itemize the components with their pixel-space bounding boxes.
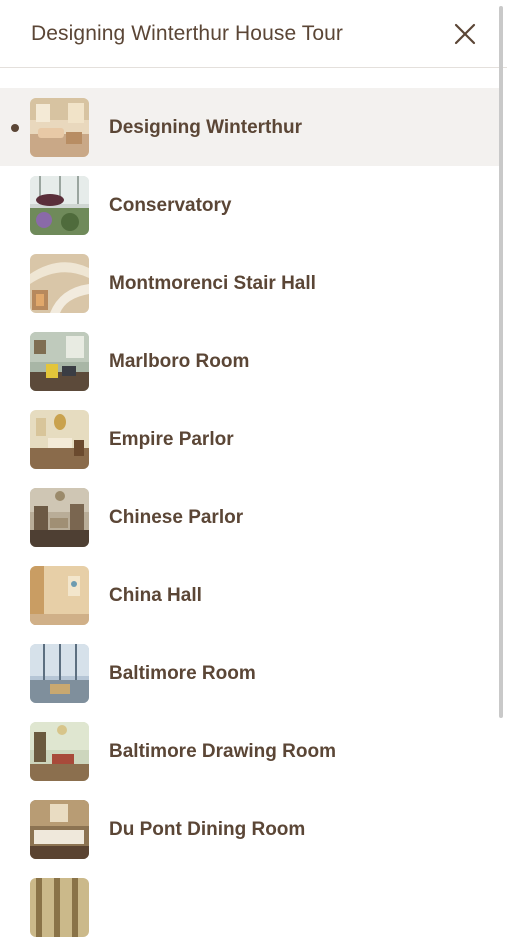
tour-stop-item[interactable]: Du Pont Dining Room — [0, 790, 500, 868]
tour-stop-item[interactable]: Baltimore Drawing Room — [0, 712, 500, 790]
tour-stop-label: Du Pont Dining Room — [109, 819, 306, 840]
scrollbar[interactable] — [499, 6, 503, 718]
header-bar: Designing Winterthur House Tour — [0, 0, 507, 68]
tour-stop-item[interactable]: Marlboro Room — [0, 322, 500, 400]
tour-stop-item[interactable]: Designing Winterthur — [0, 88, 500, 166]
tour-stop-label: Baltimore Drawing Room — [109, 741, 336, 762]
tour-stop-item[interactable]: China Hall — [0, 556, 500, 634]
tour-stop-label: Conservatory — [109, 195, 232, 216]
tour-stop-label: Empire Parlor — [109, 429, 234, 450]
tour-stop-label: Designing Winterthur — [109, 117, 302, 138]
page-title: Designing Winterthur House Tour — [31, 22, 344, 45]
tour-stop-thumbnail — [30, 488, 89, 547]
tour-stop-label: Baltimore Room — [109, 663, 256, 684]
tour-stop-item[interactable] — [0, 868, 500, 946]
tour-stop-label: Montmorenci Stair Hall — [109, 273, 316, 294]
tour-stop-thumbnail — [30, 566, 89, 625]
tour-stop-thumbnail — [30, 800, 89, 859]
tour-stop-thumbnail — [30, 332, 89, 391]
tour-stop-thumbnail — [30, 410, 89, 469]
tour-stop-item[interactable]: Chinese Parlor — [0, 478, 500, 556]
tour-stop-label: Chinese Parlor — [109, 507, 244, 528]
close-button[interactable] — [449, 18, 481, 50]
close-icon — [454, 23, 476, 45]
tour-stop-label: Marlboro Room — [109, 351, 250, 372]
tour-stop-item[interactable]: Montmorenci Stair Hall — [0, 244, 500, 322]
tour-stop-item[interactable]: Baltimore Room — [0, 634, 500, 712]
tour-stop-thumbnail — [30, 98, 89, 157]
current-stop-indicator — [11, 124, 19, 132]
tour-stop-label: China Hall — [109, 585, 202, 606]
tour-stop-thumbnail — [30, 644, 89, 703]
tour-stop-thumbnail — [30, 722, 89, 781]
tour-stop-item[interactable]: Conservatory — [0, 166, 500, 244]
tour-stop-list: Designing Winterthur Conservatory Montmo… — [0, 88, 500, 946]
tour-stop-thumbnail — [30, 878, 89, 937]
tour-stop-item[interactable]: Empire Parlor — [0, 400, 500, 478]
tour-stop-thumbnail — [30, 176, 89, 235]
tour-stop-thumbnail — [30, 254, 89, 313]
